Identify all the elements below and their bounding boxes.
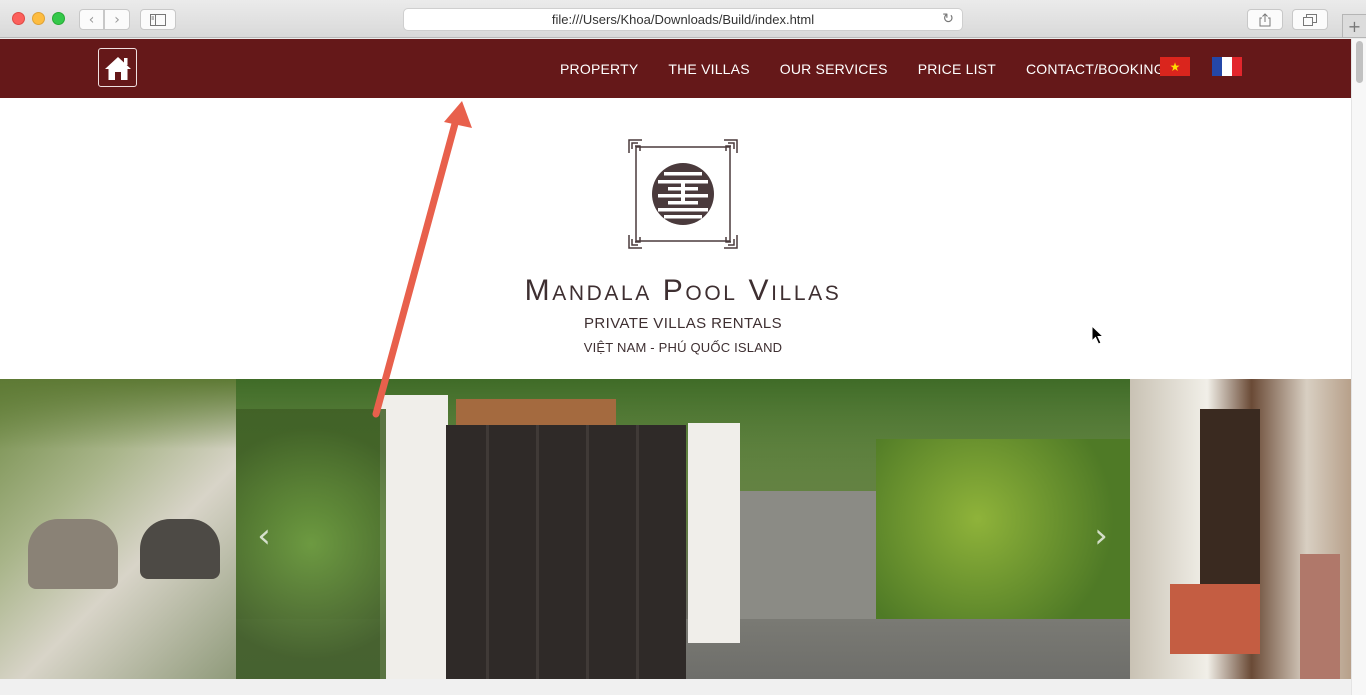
gate-pillar-right	[688, 423, 740, 643]
share-icon	[1259, 12, 1271, 26]
carousel-slide-active	[236, 379, 1130, 679]
web-page: PROPERTY THE VILLAS OUR SERVICES PRICE L…	[0, 39, 1351, 695]
back-button[interactable]: ‹	[79, 9, 104, 30]
site-subtitle: PRIVATE VILLAS RENTALS	[583, 315, 783, 332]
carousel-slide-previous	[0, 379, 236, 679]
address-bar[interactable]: file:///Users/Khoa/Downloads/Build/index…	[403, 8, 963, 31]
share-button[interactable]	[1247, 9, 1283, 30]
page-scrollbar[interactable]	[1351, 39, 1366, 695]
carousel-prev-button[interactable]: ‹	[252, 516, 276, 556]
france-flag-icon[interactable]	[1212, 57, 1242, 76]
window-maximize-button[interactable]	[52, 12, 65, 25]
scrollbar-thumb[interactable]	[1356, 41, 1363, 83]
menu-item-our-services[interactable]: OUR SERVICES	[765, 61, 903, 77]
sidebar-button[interactable]	[140, 9, 176, 30]
menu-item-contact-booking[interactable]: CONTACT/BOOKING	[1011, 61, 1180, 77]
forward-button[interactable]: ›	[104, 9, 130, 30]
show-tabs-button[interactable]	[1292, 9, 1328, 30]
new-tab-button[interactable]: +	[1342, 14, 1366, 38]
plus-icon: +	[1347, 16, 1362, 36]
home-button[interactable]	[98, 48, 137, 87]
tabs-icon	[1303, 13, 1317, 26]
window-close-button[interactable]	[12, 12, 25, 25]
gate-pillar-left	[380, 395, 448, 679]
menu-item-price-list[interactable]: PRICE LIST	[903, 61, 1011, 77]
mouse-cursor-icon	[1091, 325, 1105, 345]
browser-toolbar: ‹ › file:///Users/Khoa/Downloads/Build/i…	[0, 0, 1366, 38]
image-carousel: ‹ ›	[0, 379, 1351, 679]
carousel-slide-next	[1130, 379, 1351, 679]
menu-item-property[interactable]: PROPERTY	[545, 61, 653, 77]
url-text: file:///Users/Khoa/Downloads/Build/index…	[551, 12, 815, 27]
sidebar-icon	[150, 13, 166, 26]
window-minimize-button[interactable]	[32, 12, 45, 25]
mandala-logo-icon	[628, 139, 738, 249]
main-menu: PROPERTY THE VILLAS OUR SERVICES PRICE L…	[545, 39, 1180, 98]
site-title: Mandala Pool Villas	[524, 274, 842, 307]
chevron-right-icon: ›	[114, 11, 120, 28]
chevron-left-icon: ‹	[88, 11, 95, 28]
site-location: VIỆT NAM - PHÚ QUỐC ISLAND	[583, 340, 783, 355]
brand-header: Mandala Pool Villas PRIVATE VILLAS RENTA…	[0, 98, 1351, 379]
page-bottom-edge	[0, 679, 1351, 695]
vietnam-flag-icon[interactable]: ★	[1160, 57, 1190, 76]
carousel-next-button[interactable]: ›	[1089, 516, 1113, 556]
top-navigation-bar: PROPERTY THE VILLAS OUR SERVICES PRICE L…	[0, 39, 1351, 98]
wooden-gate	[446, 425, 686, 679]
menu-item-the-villas[interactable]: THE VILLAS	[653, 61, 764, 77]
reload-icon[interactable]: ↻	[942, 11, 954, 27]
home-icon	[104, 56, 131, 80]
